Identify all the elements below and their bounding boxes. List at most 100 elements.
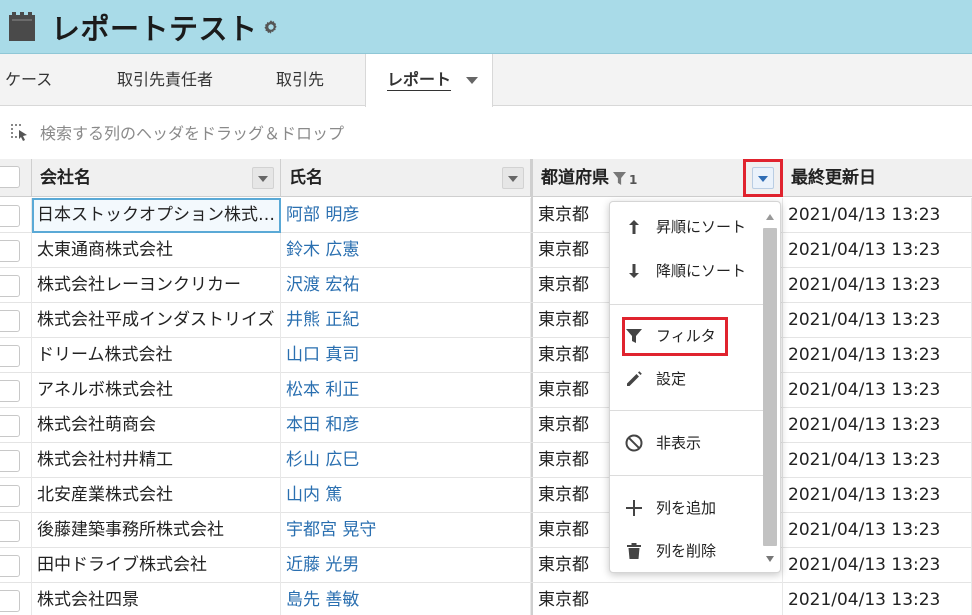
menu-scrollbar[interactable] — [763, 208, 777, 568]
cell-company[interactable]: 後藤建築事務所株式会社 — [32, 513, 281, 548]
cell-name[interactable]: 井熊 正紀 — [281, 303, 531, 338]
cell-company[interactable]: 太東通商株式会社 — [32, 233, 281, 268]
cell-company[interactable]: 株式会社四景 — [32, 583, 281, 615]
cell-updated[interactable]: 2021/04/13 13:23 — [783, 548, 972, 583]
row-checkbox-cell — [0, 408, 32, 443]
select-all-checkbox[interactable] — [0, 166, 20, 188]
table-row[interactable]: 田中ドライブ株式会社 近藤 光男 東京都 2021/04/13 13:23 — [0, 548, 972, 583]
tab-accounts[interactable]: 取引先 — [276, 54, 324, 106]
row-checkbox[interactable] — [0, 555, 20, 577]
cell-name[interactable]: 本田 和彦 — [281, 408, 531, 443]
cell-name[interactable]: 山口 真司 — [281, 338, 531, 373]
cell-updated[interactable]: 2021/04/13 13:23 — [783, 268, 972, 303]
cell-name[interactable]: 杉山 広巳 — [281, 443, 531, 478]
cell-updated[interactable]: 2021/04/13 13:23 — [783, 338, 972, 373]
cell-name[interactable]: 鈴木 広憲 — [281, 233, 531, 268]
cell-name[interactable]: 宇都宮 晃守 — [281, 513, 531, 548]
menu-filter[interactable]: フィルタ — [610, 316, 760, 356]
cell-company[interactable]: ドリーム株式会社 — [32, 338, 281, 373]
cell-company[interactable]: 北安産業株式会社 — [32, 478, 281, 513]
cell-name[interactable]: 松本 利正 — [281, 373, 531, 408]
row-checkbox[interactable] — [0, 310, 20, 332]
row-checkbox-cell — [0, 338, 32, 373]
filter-count: 1 — [629, 173, 638, 187]
cell-company[interactable]: 株式会社レーヨンクリカー — [32, 268, 281, 303]
cell-prefecture[interactable]: 東京都 — [533, 583, 783, 615]
table-row[interactable]: アネルボ株式会社 松本 利正 東京都 2021/04/13 13:23 — [0, 373, 972, 408]
chevron-down-icon[interactable] — [466, 77, 478, 84]
scroll-up-icon[interactable] — [766, 214, 774, 220]
cell-updated[interactable]: 2021/04/13 13:23 — [783, 583, 972, 615]
column-menu-button-name[interactable] — [502, 167, 524, 189]
table-row[interactable]: 株式会社萌商会 本田 和彦 東京都 2021/04/13 13:23 — [0, 408, 972, 443]
row-checkbox-cell — [0, 513, 32, 548]
scroll-down-icon[interactable] — [766, 556, 774, 562]
cell-company[interactable]: 田中ドライブ株式会社 — [32, 548, 281, 583]
row-checkbox[interactable] — [0, 380, 20, 402]
menu-add-column[interactable]: 列を追加 — [610, 488, 760, 528]
row-checkbox[interactable] — [0, 240, 20, 262]
menu-hide[interactable]: 非表示 — [610, 423, 760, 463]
column-header-prefecture[interactable]: 都道府県 1 — [533, 159, 783, 197]
cell-company[interactable]: 株式会社萌商会 — [32, 408, 281, 443]
arrow-up-icon — [629, 220, 639, 234]
cell-name[interactable]: 沢渡 宏祐 — [281, 268, 531, 303]
cell-name[interactable]: 山内 篤 — [281, 478, 531, 513]
table-row[interactable]: 株式会社レーヨンクリカー 沢渡 宏祐 東京都 2021/04/13 13:23 — [0, 268, 972, 303]
cell-name[interactable]: 近藤 光男 — [281, 548, 531, 583]
row-checkbox[interactable] — [0, 520, 20, 542]
menu-sort-descending[interactable]: 降順にソート — [610, 251, 760, 291]
scroll-thumb[interactable] — [763, 228, 777, 546]
row-checkbox[interactable] — [0, 345, 20, 367]
cell-updated[interactable]: 2021/04/13 13:23 — [783, 443, 972, 478]
cell-name[interactable]: 島先 善敏 — [281, 583, 531, 615]
row-checkbox-cell — [0, 548, 32, 583]
table-row[interactable]: ドリーム株式会社 山口 真司 東京都 2021/04/13 13:23 — [0, 338, 972, 373]
menu-delete-column[interactable]: 列を削除 — [610, 531, 760, 571]
gear-icon[interactable] — [262, 18, 280, 36]
cell-updated[interactable]: 2021/04/13 13:23 — [783, 198, 972, 233]
row-checkbox-cell — [0, 303, 32, 338]
page-title: レポートテスト — [51, 12, 258, 46]
table-row[interactable]: 日本ストックオプション株式会社 阿部 明彦 東京都 2021/04/13 13:23 — [0, 198, 972, 233]
cell-company[interactable]: 株式会社村井精工 — [32, 443, 281, 478]
table-row[interactable]: 太東通商株式会社 鈴木 広憲 東京都 2021/04/13 13:23 — [0, 233, 972, 268]
menu-sort-ascending[interactable]: 昇順にソート — [610, 207, 760, 247]
row-checkbox[interactable] — [0, 415, 20, 437]
folder-icon — [9, 12, 35, 41]
column-header-name[interactable]: 氏名 — [281, 159, 531, 197]
cell-updated[interactable]: 2021/04/13 13:23 — [783, 408, 972, 443]
select-all-header[interactable] — [0, 159, 32, 197]
cell-company[interactable]: アネルボ株式会社 — [32, 373, 281, 408]
column-menu-button-company[interactable] — [252, 167, 274, 189]
tab-contacts[interactable]: 取引先責任者 — [117, 54, 213, 106]
row-checkbox[interactable] — [0, 450, 20, 472]
column-menu-button-prefecture[interactable] — [752, 167, 774, 189]
row-checkbox[interactable] — [0, 205, 20, 227]
table-row[interactable]: 北安産業株式会社 山内 篤東京都 2021/04/13 13:23 — [0, 478, 972, 513]
row-checkbox[interactable] — [0, 590, 20, 612]
column-header-company[interactable]: 会社名 — [32, 159, 281, 197]
cell-company[interactable]: 株式会社平成インダストリイズ — [32, 303, 281, 338]
cell-company[interactable]: 日本ストックオプション株式会社 — [32, 198, 281, 233]
cell-updated[interactable]: 2021/04/13 13:23 — [783, 373, 972, 408]
tab-report[interactable]: レポート — [365, 54, 493, 107]
menu-settings[interactable]: 設定 — [610, 359, 760, 399]
table-row[interactable]: 株式会社村井精工 杉山 広巳 東京都 2021/04/13 13:23 — [0, 443, 972, 478]
row-checkbox[interactable] — [0, 485, 20, 507]
table-row[interactable]: 後藤建築事務所株式会社 宇都宮 晃守 東京都 2021/04/13 13:23 — [0, 513, 972, 548]
cell-updated[interactable]: 2021/04/13 13:23 — [783, 513, 972, 548]
cell-updated[interactable]: 2021/04/13 13:23 — [783, 478, 972, 513]
cell-name[interactable]: 阿部 明彦 — [281, 198, 531, 233]
filter-icon — [613, 172, 626, 185]
filter-icon — [626, 329, 642, 343]
table-row[interactable]: 株式会社平成インダストリイズ 井熊 正紀 東京都 2021/04/13 13:23 — [0, 303, 972, 338]
tab-cases[interactable]: ケース — [5, 54, 52, 106]
cell-updated[interactable]: 2021/04/13 13:23 — [783, 303, 972, 338]
row-checkbox-cell — [0, 268, 32, 303]
column-header-updated[interactable]: 最終更新日 — [783, 159, 972, 197]
menu-separator — [610, 304, 763, 305]
cell-updated[interactable]: 2021/04/13 13:23 — [783, 233, 972, 268]
row-checkbox[interactable] — [0, 275, 20, 297]
table-row[interactable]: 株式会社四景 島先 善敏 東京都 2021/04/13 13:23 — [0, 583, 972, 615]
